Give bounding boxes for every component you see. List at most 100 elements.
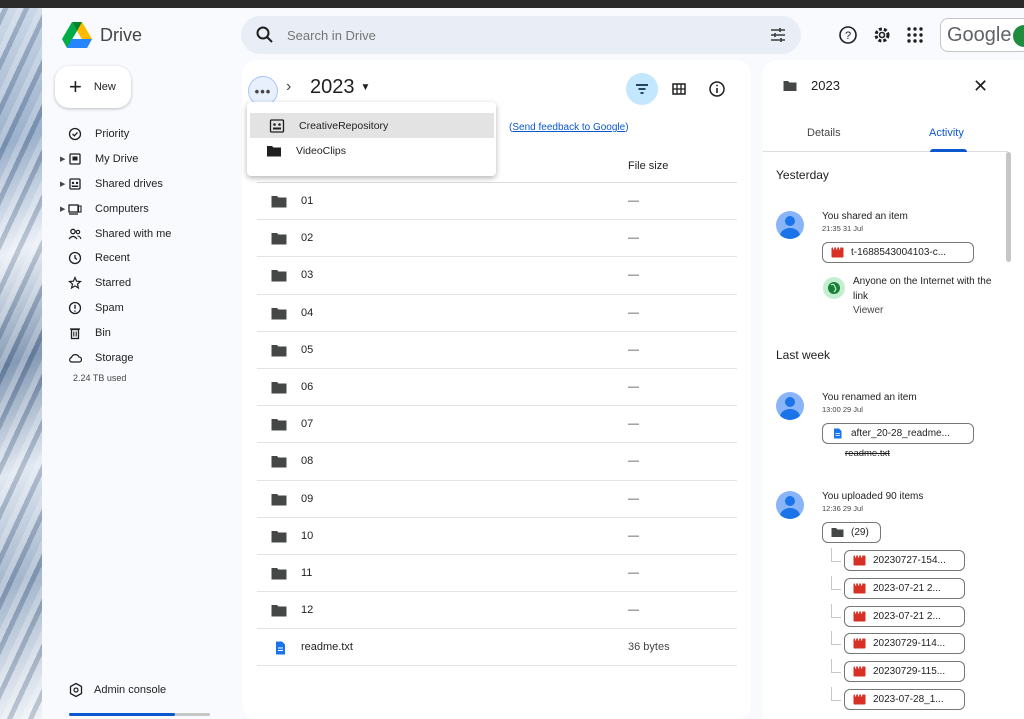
- menu-item-videoclips[interactable]: VideoClips: [247, 138, 496, 163]
- sidebar-item-storage[interactable]: Storage: [56, 345, 246, 370]
- folder-icon: [271, 419, 287, 431]
- new-button[interactable]: + New: [55, 66, 131, 108]
- sidebar-item-bin[interactable]: Bin: [56, 320, 246, 345]
- file-name: 06: [301, 381, 314, 394]
- file-size: 36 bytes: [628, 641, 670, 654]
- spam-icon: [68, 301, 82, 315]
- table-row[interactable]: readme.txt 36 bytes: [257, 629, 737, 667]
- uploaded-file-chip[interactable]: 2023-07-28_1...: [844, 689, 965, 710]
- sidebar-item-priority[interactable]: Priority: [56, 122, 246, 147]
- send-feedback-link[interactable]: Send feedback to Google: [512, 122, 625, 133]
- sidebar-item-label: My Drive: [95, 153, 139, 166]
- tree-connector: [831, 659, 841, 674]
- grid-view-icon[interactable]: [668, 78, 690, 100]
- table-row[interactable]: 09 —: [257, 481, 737, 518]
- current-folder-title[interactable]: 2023 ▼: [310, 76, 370, 99]
- file-name: 10: [301, 529, 314, 542]
- table-row[interactable]: 04 —: [257, 295, 737, 332]
- search-bar[interactable]: [241, 16, 801, 54]
- sidebar-item-spam[interactable]: Spam: [56, 296, 246, 321]
- table-row[interactable]: 10 —: [257, 518, 737, 555]
- uploaded-file-chip[interactable]: 2023-07-21 2...: [844, 605, 965, 627]
- sidebar-item-label: Storage: [95, 351, 134, 364]
- file-rows: 01 — 02 — 03 — 04 — 05 — 06 — 07 — 08 — 09 — 10 — 11 — 12 — read…: [257, 183, 737, 667]
- details-header: 2023: [783, 78, 840, 93]
- sidebar-item-shared-with-me[interactable]: Shared with me: [56, 221, 246, 246]
- uploaded-file-chip[interactable]: 20230729-115...: [844, 661, 965, 683]
- search-icon[interactable]: [255, 25, 275, 45]
- drive-logo[interactable]: Drive: [62, 22, 142, 48]
- doc-file-icon: [276, 641, 285, 655]
- section-yesterday: Yesterday: [776, 168, 829, 182]
- folder-title-text: 2023: [310, 76, 355, 98]
- svg-text:?: ?: [845, 30, 851, 42]
- video-file-icon: [853, 638, 866, 649]
- table-row[interactable]: 12 —: [257, 592, 737, 630]
- uploaded-file-chip[interactable]: 20230729-114...: [844, 633, 965, 655]
- tab-details[interactable]: Details: [807, 127, 841, 139]
- video-file-icon: [853, 694, 866, 705]
- storage-used-text: 2.24 TB used: [73, 373, 127, 383]
- expand-caret-icon[interactable]: ▶: [60, 205, 65, 213]
- expand-caret-icon[interactable]: ▶: [60, 180, 65, 188]
- storage-progress-fill: [69, 713, 175, 716]
- section-last-week: Last week: [776, 348, 831, 362]
- search-options-icon[interactable]: [769, 26, 787, 44]
- table-row[interactable]: 03 —: [257, 257, 737, 295]
- tree-connector: [831, 603, 841, 618]
- column-header-file-size[interactable]: File size: [628, 160, 668, 172]
- table-row[interactable]: 11 —: [257, 555, 737, 593]
- file-size: —: [628, 269, 639, 282]
- activity-title: You shared an item: [822, 211, 908, 222]
- close-icon[interactable]: ✕: [973, 76, 988, 97]
- uploaded-file-chip[interactable]: 20230727-154...: [844, 550, 965, 571]
- sidebar-nav: Priority ▶ My Drive ▶ Shared drives ▶ Co…: [56, 122, 246, 370]
- table-row[interactable]: 01 —: [257, 183, 737, 221]
- chip-label: 2023-07-28_1...: [873, 694, 944, 705]
- activity-time: 13:00 29 Jul: [822, 405, 863, 414]
- help-icon[interactable]: ?: [837, 24, 859, 46]
- file-size: —: [628, 418, 639, 431]
- file-name: 02: [301, 232, 314, 245]
- sidebar-item-my-drive[interactable]: ▶ My Drive: [56, 147, 246, 172]
- account-brand[interactable]: Google: [940, 18, 1024, 52]
- info-icon[interactable]: [706, 78, 728, 100]
- sidebar-item-starred[interactable]: Starred: [56, 271, 246, 296]
- admin-console-link[interactable]: Admin console: [68, 682, 166, 698]
- table-row[interactable]: 05 —: [257, 332, 737, 369]
- details-title: 2023: [811, 78, 840, 93]
- file-name: 03: [301, 269, 314, 282]
- chevron-right-icon: ›: [286, 78, 292, 95]
- table-row[interactable]: 02 —: [257, 220, 737, 258]
- settings-gear-icon[interactable]: [871, 24, 893, 46]
- file-size: —: [628, 381, 639, 394]
- drive-app: Drive ? Google + New Priority ▶ My Drive: [42, 8, 1024, 719]
- menu-item-creative-repository[interactable]: CreativeRepository: [250, 113, 494, 138]
- sidebar-item-computers[interactable]: ▶ Computers: [56, 196, 246, 221]
- search-input[interactable]: [287, 27, 727, 43]
- scrollbar-thumb[interactable]: [1006, 152, 1011, 262]
- uploaded-file-chip[interactable]: 2023-07-21 2...: [844, 577, 965, 599]
- table-row[interactable]: 07 —: [257, 406, 737, 444]
- menu-item-label: VideoClips: [296, 144, 347, 157]
- sidebar-item-shared-drives[interactable]: ▶ Shared drives: [56, 172, 246, 197]
- table-row[interactable]: 08 —: [257, 443, 737, 481]
- folder-icon: [271, 605, 287, 617]
- activity-file-chip[interactable]: after_20-28_readme...: [822, 423, 974, 444]
- table-row[interactable]: 06 —: [257, 369, 737, 407]
- priority-icon: [68, 128, 82, 141]
- activity-folder-chip[interactable]: (29): [822, 522, 881, 543]
- activity-file-chip[interactable]: t-1688543004103-c...: [822, 242, 974, 263]
- expand-caret-icon[interactable]: ▶: [60, 155, 65, 163]
- account-avatar[interactable]: [1013, 25, 1024, 47]
- permission-text: Anyone on the Internet with the link: [853, 276, 992, 302]
- apps-grid-icon[interactable]: [904, 24, 926, 46]
- admin-console-label: Admin console: [94, 684, 167, 696]
- folder-icon: [271, 270, 287, 282]
- tab-activity[interactable]: Activity: [929, 127, 964, 139]
- sidebar-item-label: Starred: [95, 277, 132, 290]
- sidebar-item-recent[interactable]: Recent: [56, 246, 246, 271]
- folder-icon: [271, 567, 287, 580]
- filter-button[interactable]: [626, 73, 658, 105]
- shared-drives-icon: [69, 178, 81, 190]
